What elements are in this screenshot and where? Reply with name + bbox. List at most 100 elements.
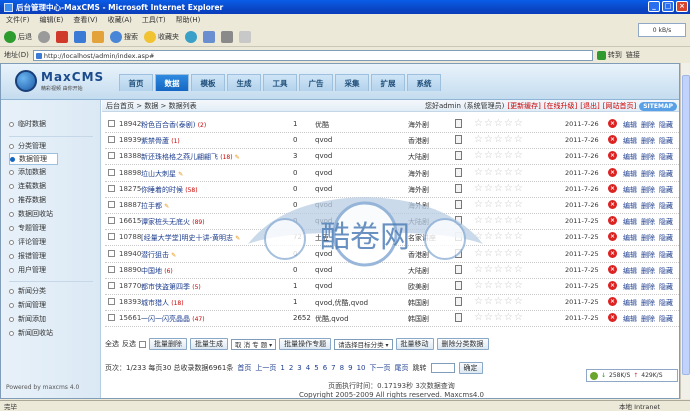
batch-move-button[interactable]: 批量移动 [395, 338, 434, 350]
menu-edit[interactable]: 编辑(E) [40, 15, 64, 25]
rating-stars[interactable]: ☆☆☆☆☆ [474, 183, 524, 194]
tab-home[interactable]: 首页 [119, 74, 153, 91]
delete-link[interactable]: 删除 [641, 136, 655, 146]
hide-link[interactable]: 隐藏 [659, 250, 673, 260]
rating-stars[interactable]: ☆☆☆☆☆ [474, 231, 524, 242]
row-title-link[interactable]: 粉色百合香(泰剧) (2) [141, 120, 206, 130]
tab-extend[interactable]: 扩展 [371, 74, 405, 91]
delete-icon[interactable]: × [608, 248, 617, 258]
menu-tools[interactable]: 工具(T) [142, 15, 166, 25]
hide-link[interactable]: 隐藏 [659, 314, 673, 324]
delete-link[interactable]: 删除 [641, 250, 655, 260]
row-checkbox[interactable] [108, 184, 115, 192]
delete-link[interactable]: 删除 [641, 201, 655, 211]
logout-link[interactable]: [退出] [580, 101, 599, 111]
tab-tools[interactable]: 工具 [263, 74, 297, 91]
rating-stars[interactable]: ☆☆☆☆☆ [474, 280, 524, 291]
sidebar-item-users[interactable]: 用户管理 [9, 264, 46, 276]
tab-generate[interactable]: 生成 [227, 74, 261, 91]
batch-topic-button[interactable]: 批量操作专题 [279, 338, 332, 350]
delete-icon[interactable]: × [608, 297, 617, 307]
next-page-link[interactable]: 下一页 [370, 363, 391, 373]
rating-stars[interactable]: ☆☆☆☆☆ [474, 118, 524, 129]
page-link-6[interactable]: 6 [323, 364, 327, 372]
search-button[interactable]: 搜索 [110, 30, 138, 43]
menu-favorites[interactable]: 收藏(A) [108, 15, 132, 25]
edit-link[interactable]: 编辑 [623, 201, 637, 211]
row-title-link[interactable]: 拉手都 ✎ [141, 201, 169, 211]
sidebar-item-news-category[interactable]: 新闻分类 [9, 285, 46, 297]
jump-ok-button[interactable]: 确定 [458, 362, 483, 374]
refresh-button[interactable] [74, 30, 86, 43]
delete-link[interactable]: 删除 [641, 266, 655, 276]
document-icon[interactable] [455, 264, 462, 274]
tab-data[interactable]: 数据 [155, 74, 189, 91]
rating-stars[interactable]: ☆☆☆☆☆ [474, 264, 524, 275]
rating-stars[interactable]: ☆☆☆☆☆ [474, 248, 524, 259]
favorites-button[interactable]: 收藏夹 [144, 30, 179, 43]
row-checkbox[interactable] [108, 201, 115, 208]
select-all-link[interactable]: 全选 [105, 339, 119, 349]
go-button[interactable]: 转到 [596, 50, 622, 60]
sidebar-item-recommend[interactable]: 推荐数据 [9, 194, 46, 206]
page-link-2[interactable]: 2 [289, 364, 293, 372]
row-title-link[interactable]: 城市猎人 (18) [141, 298, 184, 308]
document-icon[interactable] [455, 183, 462, 193]
document-icon[interactable] [455, 297, 462, 307]
edit-link[interactable]: 编辑 [623, 217, 637, 227]
hide-link[interactable]: 隐藏 [659, 185, 673, 195]
vertical-scrollbar[interactable] [680, 63, 690, 399]
rating-stars[interactable]: ☆☆☆☆☆ [474, 296, 524, 307]
page-link-5[interactable]: 5 [314, 364, 318, 372]
print-button[interactable] [221, 30, 233, 43]
sidebar-item-add-data[interactable]: 添加数据 [9, 166, 46, 178]
sidebar-item-news-recycle[interactable]: 新闻回收站 [9, 327, 53, 339]
delete-icon[interactable]: × [608, 313, 617, 323]
row-checkbox[interactable] [108, 265, 115, 273]
invert-select-link[interactable]: 反选 [122, 339, 136, 349]
delete-icon[interactable]: × [608, 167, 617, 177]
online-upgrade-link[interactable]: [在线升级] [544, 101, 577, 111]
delete-icon[interactable]: × [608, 281, 617, 290]
first-page-link[interactable]: 首页 [237, 363, 251, 373]
tab-templates[interactable]: 模板 [191, 74, 225, 91]
rating-stars[interactable]: ☆☆☆☆☆ [474, 167, 524, 178]
rating-stars[interactable]: ☆☆☆☆☆ [474, 215, 524, 226]
row-checkbox[interactable] [108, 249, 115, 257]
edit-link[interactable]: 编辑 [623, 169, 637, 179]
delete-link[interactable]: 删除 [641, 217, 655, 227]
edit-link[interactable]: 编辑 [623, 282, 637, 292]
row-title-link[interactable]: 新还珠格格之燕儿翩翩飞 (18) ✎ [141, 152, 240, 162]
address-input[interactable]: http://localhost/admin/index.asp# [32, 49, 593, 61]
document-icon[interactable] [455, 119, 462, 128]
row-checkbox[interactable] [108, 152, 115, 160]
sitemap-button[interactable]: SITEMAP [639, 101, 677, 111]
sidebar-item-errors[interactable]: 报错管理 [9, 250, 46, 262]
document-icon[interactable] [455, 167, 462, 177]
delete-icon[interactable]: × [608, 151, 617, 161]
delete-icon[interactable]: × [608, 264, 617, 274]
menu-file[interactable]: 文件(F) [6, 15, 30, 25]
tab-system[interactable]: 系统 [407, 74, 441, 91]
delete-icon[interactable]: × [608, 119, 617, 128]
batch-generate-button[interactable]: 批量生成 [190, 338, 228, 350]
sidebar-item-news-add[interactable]: 新闻添加 [9, 313, 46, 325]
delete-icon[interactable]: × [608, 232, 617, 242]
edit-link[interactable]: 编辑 [623, 120, 637, 130]
edit-link[interactable]: 编辑 [623, 185, 637, 195]
row-checkbox[interactable] [108, 298, 115, 306]
sidebar-item-topics[interactable]: 专题管理 [9, 222, 46, 234]
tab-ads[interactable]: 广告 [299, 74, 333, 91]
edit-link[interactable]: 编辑 [623, 152, 637, 162]
tab-collect[interactable]: 采集 [335, 74, 369, 91]
hide-link[interactable]: 隐藏 [659, 169, 673, 179]
sidebar-item-temp-data[interactable]: 临时数据 [9, 118, 46, 130]
minimize-button[interactable]: _ [648, 1, 660, 12]
sidebar-item-comments[interactable]: 评论管理 [9, 236, 46, 248]
sidebar-item-serial-data[interactable]: 连载数据 [9, 180, 46, 192]
menu-help[interactable]: 帮助(H) [176, 15, 201, 25]
page-link-7[interactable]: 7 [331, 364, 335, 372]
sidebar-item-data-manage[interactable]: 数据管理 [9, 153, 58, 165]
hide-link[interactable]: 隐藏 [659, 201, 673, 211]
edit-link[interactable]: 编辑 [623, 233, 637, 243]
